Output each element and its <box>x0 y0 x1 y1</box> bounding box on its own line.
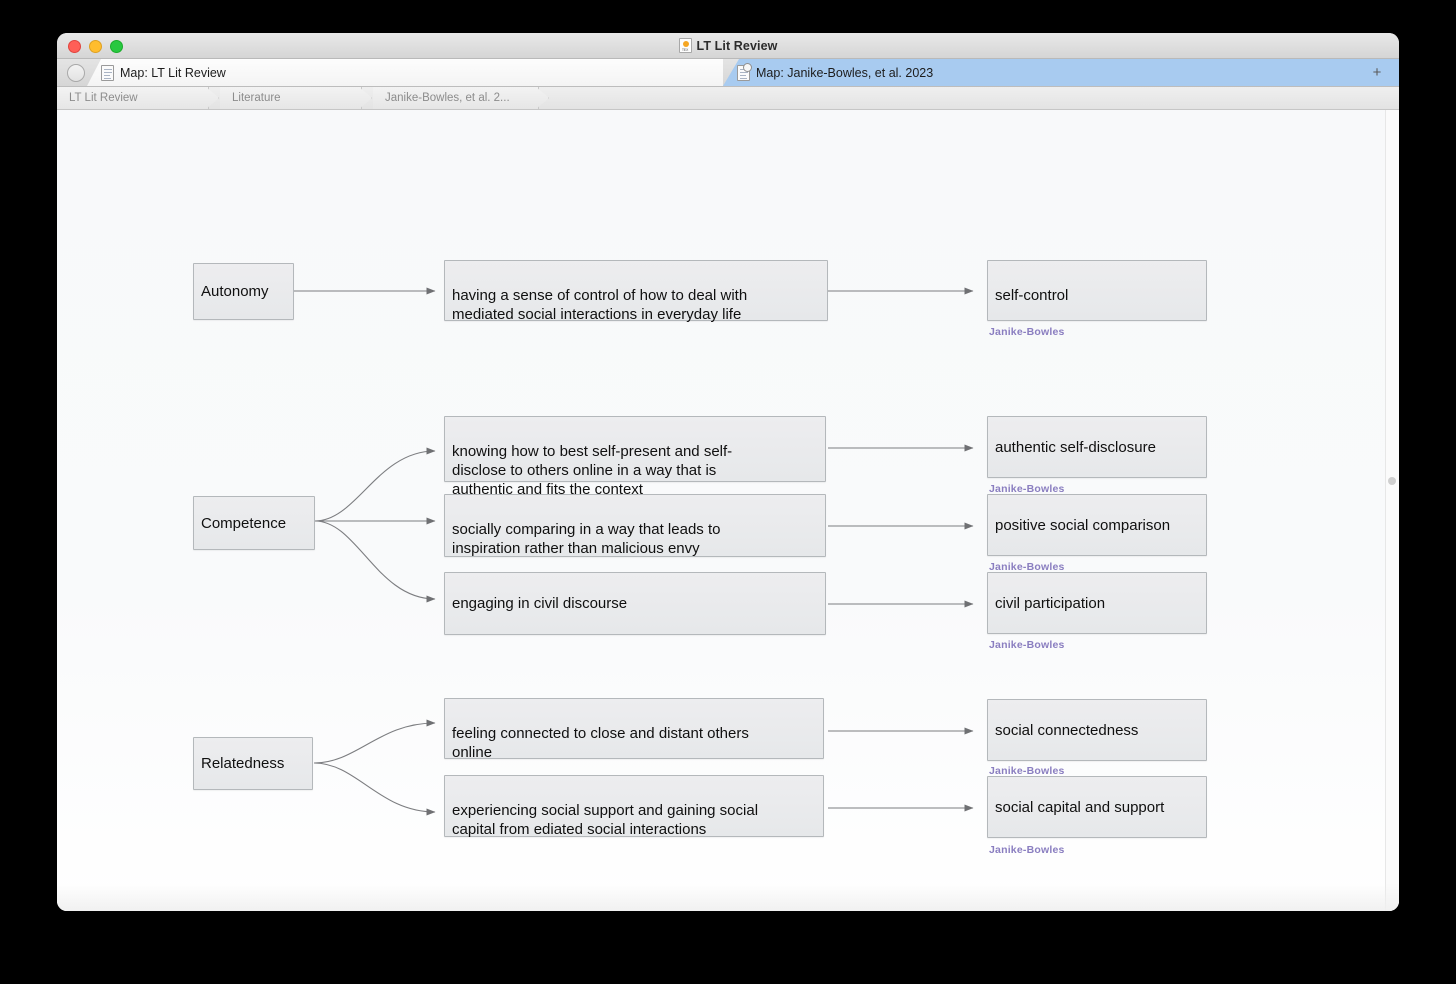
document-icon-modified <box>737 65 750 81</box>
node-label: Relatedness <box>201 755 285 772</box>
app-window: LT Lit Review Map: LT Lit Review Map: Ja… <box>57 33 1399 911</box>
breadcrumb-item-lt-lit-review[interactable]: LT Lit Review <box>57 87 209 109</box>
node-outcome-authentic-self-disclosure[interactable]: authentic self-disclosure <box>987 416 1207 478</box>
node-label: engaging in civil discourse <box>452 595 628 612</box>
edge-relatedness-to-desc2 <box>313 762 436 816</box>
breadcrumb: LT Lit Review Literature Janike-Bowles, … <box>57 87 1399 110</box>
tab-map-janike-bowles[interactable]: Map: Janike-Bowles, et al. 2023 <box>723 59 1399 86</box>
node-label: experiencing social support and gaining … <box>452 802 759 838</box>
edge-relatedness-to-desc1 <box>313 719 436 764</box>
edge-competence-to-desc1 <box>314 447 436 522</box>
node-description-autonomy-1[interactable]: having a sense of control of how to deal… <box>444 260 828 323</box>
citation-label: Janike-Bowles <box>989 326 1065 338</box>
node-outcome-social-capital-and-support[interactable]: social capital and support <box>987 776 1207 838</box>
node-label: having a sense of control of how to deal… <box>452 287 748 323</box>
node-label: social capital and support <box>995 798 1165 816</box>
scrollbar-handle[interactable] <box>1388 477 1396 485</box>
map-canvas[interactable]: Autonomy having a sense of control of ho… <box>57 110 1399 911</box>
breadcrumb-item-literature[interactable]: Literature <box>220 87 362 109</box>
node-label: social connectedness <box>995 721 1139 739</box>
node-root-relatedness[interactable]: Relatedness <box>193 737 313 790</box>
node-root-autonomy[interactable]: Autonomy <box>193 263 294 320</box>
tab-map-lt-lit-review[interactable]: Map: LT Lit Review <box>87 59 723 86</box>
edge-competence-to-desc3 <box>314 520 436 603</box>
tex-document-icon <box>678 38 692 53</box>
node-label: positive social comparison <box>995 516 1171 534</box>
node-description-relatedness-1[interactable]: feeling connected to close and distant o… <box>444 698 824 761</box>
node-label: socially comparing in a way that leads t… <box>452 521 721 557</box>
breadcrumb-label: Janike-Bowles, et al. 2... <box>385 92 510 104</box>
vertical-scrollbar[interactable] <box>1385 110 1399 911</box>
node-outcome-social-connectedness[interactable]: social connectedness <box>987 699 1207 761</box>
node-description-relatedness-2[interactable]: experiencing social support and gaining … <box>444 775 824 838</box>
citation-label: Janike-Bowles <box>989 639 1065 651</box>
canvas-bottom-fade <box>57 883 1399 911</box>
node-label: Competence <box>201 514 287 532</box>
breadcrumb-label: Literature <box>232 92 281 104</box>
tab-label: Map: LT Lit Review <box>120 65 226 80</box>
node-outcome-positive-social-comparison[interactable]: positive social comparison <box>987 494 1207 556</box>
node-root-competence[interactable]: Competence <box>193 496 315 550</box>
node-description-competence-2[interactable]: socially comparing in a way that leads t… <box>444 494 826 557</box>
citation-label: Janike-Bowles <box>989 844 1065 856</box>
tab-label: Map: Janike-Bowles, et al. 2023 <box>756 65 934 80</box>
breadcrumb-label: LT Lit Review <box>69 92 138 104</box>
window-title-group: LT Lit Review <box>57 33 1399 58</box>
node-outcome-civil-participation[interactable]: civil participation <box>987 572 1207 634</box>
tab-bar: Map: LT Lit Review Map: Janike-Bowles, e… <box>57 59 1399 87</box>
unsaved-badge-icon <box>743 63 752 72</box>
breadcrumb-item-janike-bowles[interactable]: Janike-Bowles, et al. 2... <box>373 87 539 109</box>
node-outcome-self-control[interactable]: self-control <box>987 260 1207 321</box>
node-description-competence-1[interactable]: knowing how to best self-present and sel… <box>444 416 826 498</box>
node-label: Autonomy <box>201 283 269 300</box>
node-label: self-control <box>995 287 1069 304</box>
title-bar: LT Lit Review <box>57 33 1399 59</box>
node-label: knowing how to best self-present and sel… <box>452 443 733 498</box>
document-icon <box>101 64 114 81</box>
node-label: authentic self-disclosure <box>995 438 1156 456</box>
new-tab-button[interactable]: + <box>1363 59 1391 86</box>
tab-overview-button[interactable] <box>67 64 85 82</box>
node-description-competence-3[interactable]: engaging in civil discourse <box>444 572 826 635</box>
node-label: civil participation <box>995 594 1106 612</box>
window-title: LT Lit Review <box>696 38 778 53</box>
node-label: feeling connected to close and distant o… <box>452 725 749 761</box>
